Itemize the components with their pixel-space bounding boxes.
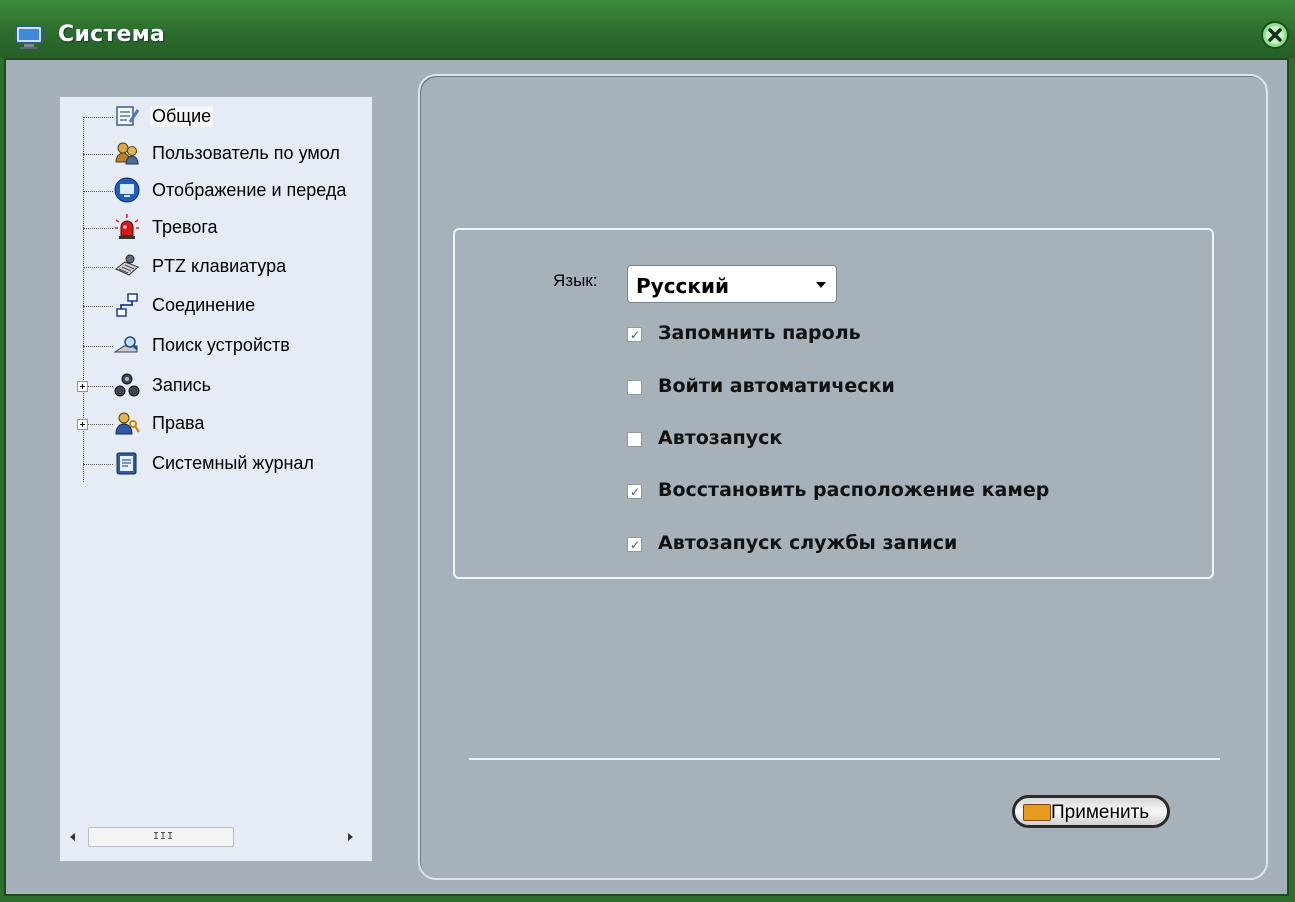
- tree-item-record[interactable]: Запись: [60, 369, 372, 403]
- tree-branch: [83, 464, 113, 465]
- chevron-down-icon: [816, 282, 826, 288]
- language-select[interactable]: Русский: [627, 265, 837, 303]
- tree-item-label: Системный журнал: [152, 453, 314, 473]
- monitor-icon: [114, 177, 140, 203]
- tree-branch: [88, 386, 113, 387]
- title-bar[interactable]: Система: [0, 0, 1295, 58]
- tree-branch: [83, 228, 113, 229]
- checkbox[interactable]: ✓: [627, 484, 642, 499]
- permissions-icon: [115, 412, 140, 435]
- record-icon: [114, 373, 140, 397]
- tree-item-label: Общие: [150, 106, 214, 127]
- close-icon[interactable]: [1260, 20, 1290, 50]
- tree-branch: [83, 306, 113, 307]
- tree-item-general[interactable]: Общие: [60, 100, 372, 134]
- divider: [469, 758, 1220, 760]
- checkbox-label: Автозапуск службы записи: [658, 532, 958, 554]
- tree-item-ptz-keyboard[interactable]: PTZ клавиатура: [60, 250, 372, 284]
- scroll-left-icon[interactable]: [66, 830, 80, 844]
- system-window: Система Общие Пользователь по умол Отобр…: [0, 0, 1295, 902]
- tree-item-label: Тревога: [152, 217, 218, 237]
- checkbox-label: Восстановить расположение камер: [658, 479, 1050, 501]
- scroll-grip: III: [153, 831, 175, 842]
- tree-item-label: Пользователь по умол: [152, 143, 340, 163]
- tree-branch: [83, 346, 113, 347]
- tree-item-label: Отображение и переда: [152, 180, 347, 200]
- tree-item-label: Запись: [152, 375, 212, 395]
- tree-item-label: Права: [152, 413, 205, 433]
- tree-branch: [83, 154, 113, 155]
- keyboard-icon: [115, 254, 139, 276]
- apply-button[interactable]: Применить: [1012, 795, 1170, 828]
- checkbox[interactable]: [627, 380, 642, 395]
- checkbox[interactable]: ✓: [627, 537, 642, 552]
- expand-icon[interactable]: [77, 419, 88, 430]
- tree-item-label: Поиск устройств: [152, 335, 290, 355]
- tree-branch: [83, 267, 113, 268]
- language-value: Русский: [636, 274, 730, 298]
- tree-branch: [88, 424, 113, 425]
- checkbox-label: Автозапуск: [658, 427, 783, 449]
- expand-icon[interactable]: [77, 381, 88, 392]
- horizontal-scrollbar[interactable]: III: [60, 822, 372, 852]
- check-icon: ✓: [630, 538, 641, 552]
- tree-item-connection[interactable]: Соединение: [60, 289, 372, 323]
- tree-branch: [83, 191, 113, 192]
- scroll-thumb[interactable]: III: [88, 827, 234, 847]
- tree-item-alarm[interactable]: Тревога: [60, 211, 372, 245]
- log-icon: [116, 452, 137, 475]
- language-label: Язык:: [553, 271, 598, 290]
- checkbox[interactable]: ✓: [627, 327, 642, 342]
- check-icon: ✓: [630, 485, 641, 499]
- tree-item-device-search[interactable]: Поиск устройств: [60, 329, 372, 363]
- network-icon: [116, 293, 138, 317]
- checkbox-label: Войти автоматически: [658, 375, 895, 397]
- settings-tree: Общие Пользователь по умол Отображение и…: [60, 97, 372, 861]
- scroll-right-icon[interactable]: [343, 830, 357, 844]
- checkbox-label: Запомнить пароль: [658, 322, 861, 344]
- computer-icon: [15, 25, 43, 49]
- tree-item-display[interactable]: Отображение и переда: [60, 174, 372, 208]
- document-edit-icon: [116, 106, 140, 126]
- tree-item-default-user[interactable]: Пользователь по умол: [60, 137, 372, 171]
- apply-icon: [1023, 804, 1051, 821]
- tree-item-label: PTZ клавиатура: [152, 256, 287, 276]
- alarm-icon: [115, 214, 139, 239]
- users-icon: [115, 142, 139, 165]
- tree-item-label: Соединение: [152, 295, 256, 315]
- check-icon: ✓: [630, 328, 641, 342]
- device-search-icon: [114, 336, 138, 353]
- tree-item-permissions[interactable]: Права: [60, 407, 372, 441]
- checkbox[interactable]: [627, 432, 642, 447]
- apply-button-label: Применить: [1051, 802, 1150, 823]
- window-title: Система: [58, 22, 166, 47]
- tree-branch: [83, 117, 113, 118]
- tree-item-system-log[interactable]: Системный журнал: [60, 447, 372, 481]
